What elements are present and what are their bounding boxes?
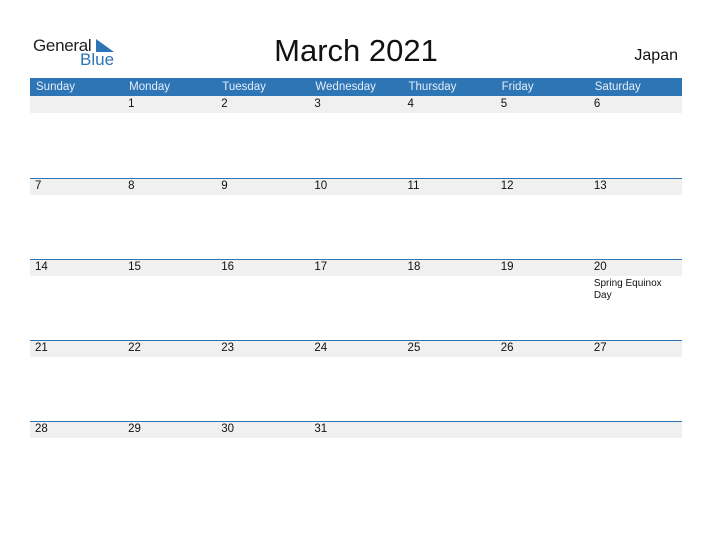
day-cell: 15: [123, 259, 216, 341]
weekday-thursday: Thursday: [408, 81, 457, 93]
weekday-saturday: Saturday: [594, 81, 641, 93]
day-number: 1: [128, 98, 135, 110]
day-number: 8: [128, 180, 135, 192]
day-number: 19: [500, 261, 514, 273]
day-cell: 16: [216, 259, 309, 341]
day-number: 4: [407, 98, 414, 110]
day-number: 6: [593, 98, 601, 110]
day-cell: 2: [216, 96, 309, 178]
day-number: 3: [314, 98, 321, 110]
weekday-tuesday: Tuesday: [222, 81, 266, 93]
week-row: 14 15 16 17 18 19 20 Spring Equinox Day: [30, 259, 682, 341]
day-cell: 22: [123, 340, 216, 422]
day-number: 11: [407, 180, 420, 192]
day-number: 21: [35, 342, 48, 354]
day-number: 13: [593, 180, 607, 192]
day-cell: 21: [30, 340, 123, 422]
day-number: 31: [314, 423, 328, 435]
day-cell: 3: [309, 96, 402, 178]
day-number: 29: [128, 423, 141, 435]
week-row: 7 8 9 10 11 12 13: [30, 178, 682, 260]
day-number: 12: [500, 180, 514, 192]
day-cell: 28: [30, 421, 123, 503]
day-number: 5: [500, 98, 508, 110]
day-cell: 10: [309, 178, 402, 260]
day-number: 26: [500, 342, 514, 354]
day-number: 28: [35, 423, 48, 435]
country-label: Japan: [634, 47, 678, 64]
day-number: 20: [593, 261, 607, 273]
week-row: 1 2 3 4 5 6: [30, 96, 682, 178]
day-number: 25: [407, 342, 421, 354]
calendar-title: March 2021: [274, 33, 438, 68]
weekday-wednesday: Wednesday: [315, 81, 376, 93]
day-cell: 5: [496, 96, 589, 178]
day-number: 7: [35, 180, 42, 192]
day-number: 14: [35, 261, 48, 273]
day-cell: 6: [589, 96, 682, 178]
weekday-sunday: Sunday: [36, 81, 76, 93]
day-cell: 11: [403, 178, 496, 260]
day-cell: 9: [216, 178, 309, 260]
weekday-header: Sunday Monday Tuesday Wednesday Thursday…: [30, 78, 682, 96]
day-cell: 14: [30, 259, 123, 341]
day-cell: 19: [496, 259, 589, 341]
day-cell: 29: [123, 421, 216, 503]
day-cell: [403, 421, 496, 503]
day-cell: 1: [123, 96, 216, 178]
day-cell: 23: [216, 340, 309, 422]
day-cell: 24: [309, 340, 402, 422]
day-number: 30: [221, 423, 235, 435]
holiday-label: Spring Equinox Day: [593, 278, 662, 301]
weekday-monday: Monday: [129, 81, 171, 93]
day-cell: 30: [216, 421, 309, 503]
day-cell: 25: [403, 340, 496, 422]
day-number: 22: [128, 342, 141, 354]
day-cell: 18: [403, 259, 496, 341]
day-cell: 27: [589, 340, 682, 422]
day-cell: 31: [309, 421, 402, 503]
day-cell: 4: [403, 96, 496, 178]
day-number: 23: [221, 342, 235, 354]
day-cell: 8: [123, 178, 216, 260]
day-number: 17: [314, 261, 328, 273]
day-number: 27: [593, 342, 607, 354]
day-cell: 12: [496, 178, 589, 260]
day-cell: 13: [589, 178, 682, 260]
day-cell: 17: [309, 259, 402, 341]
day-number: 2: [221, 98, 228, 110]
day-cell: 7: [30, 178, 123, 260]
day-number: 15: [128, 261, 141, 273]
day-cell: 20 Spring Equinox Day: [589, 259, 682, 341]
day-number: 10: [314, 180, 328, 192]
day-cell: [589, 421, 682, 503]
day-cell: [30, 96, 123, 178]
day-number: 9: [221, 180, 228, 192]
day-cell: 26: [496, 340, 589, 422]
weekday-friday: Friday: [501, 81, 534, 93]
day-number: 18: [407, 261, 421, 273]
day-number: 16: [221, 261, 235, 273]
week-row: 21 22 23 24 25 26 27: [30, 340, 682, 422]
week-row: 28 29 30 31: [30, 421, 682, 503]
day-number: 24: [314, 342, 328, 354]
day-cell: [496, 421, 589, 503]
